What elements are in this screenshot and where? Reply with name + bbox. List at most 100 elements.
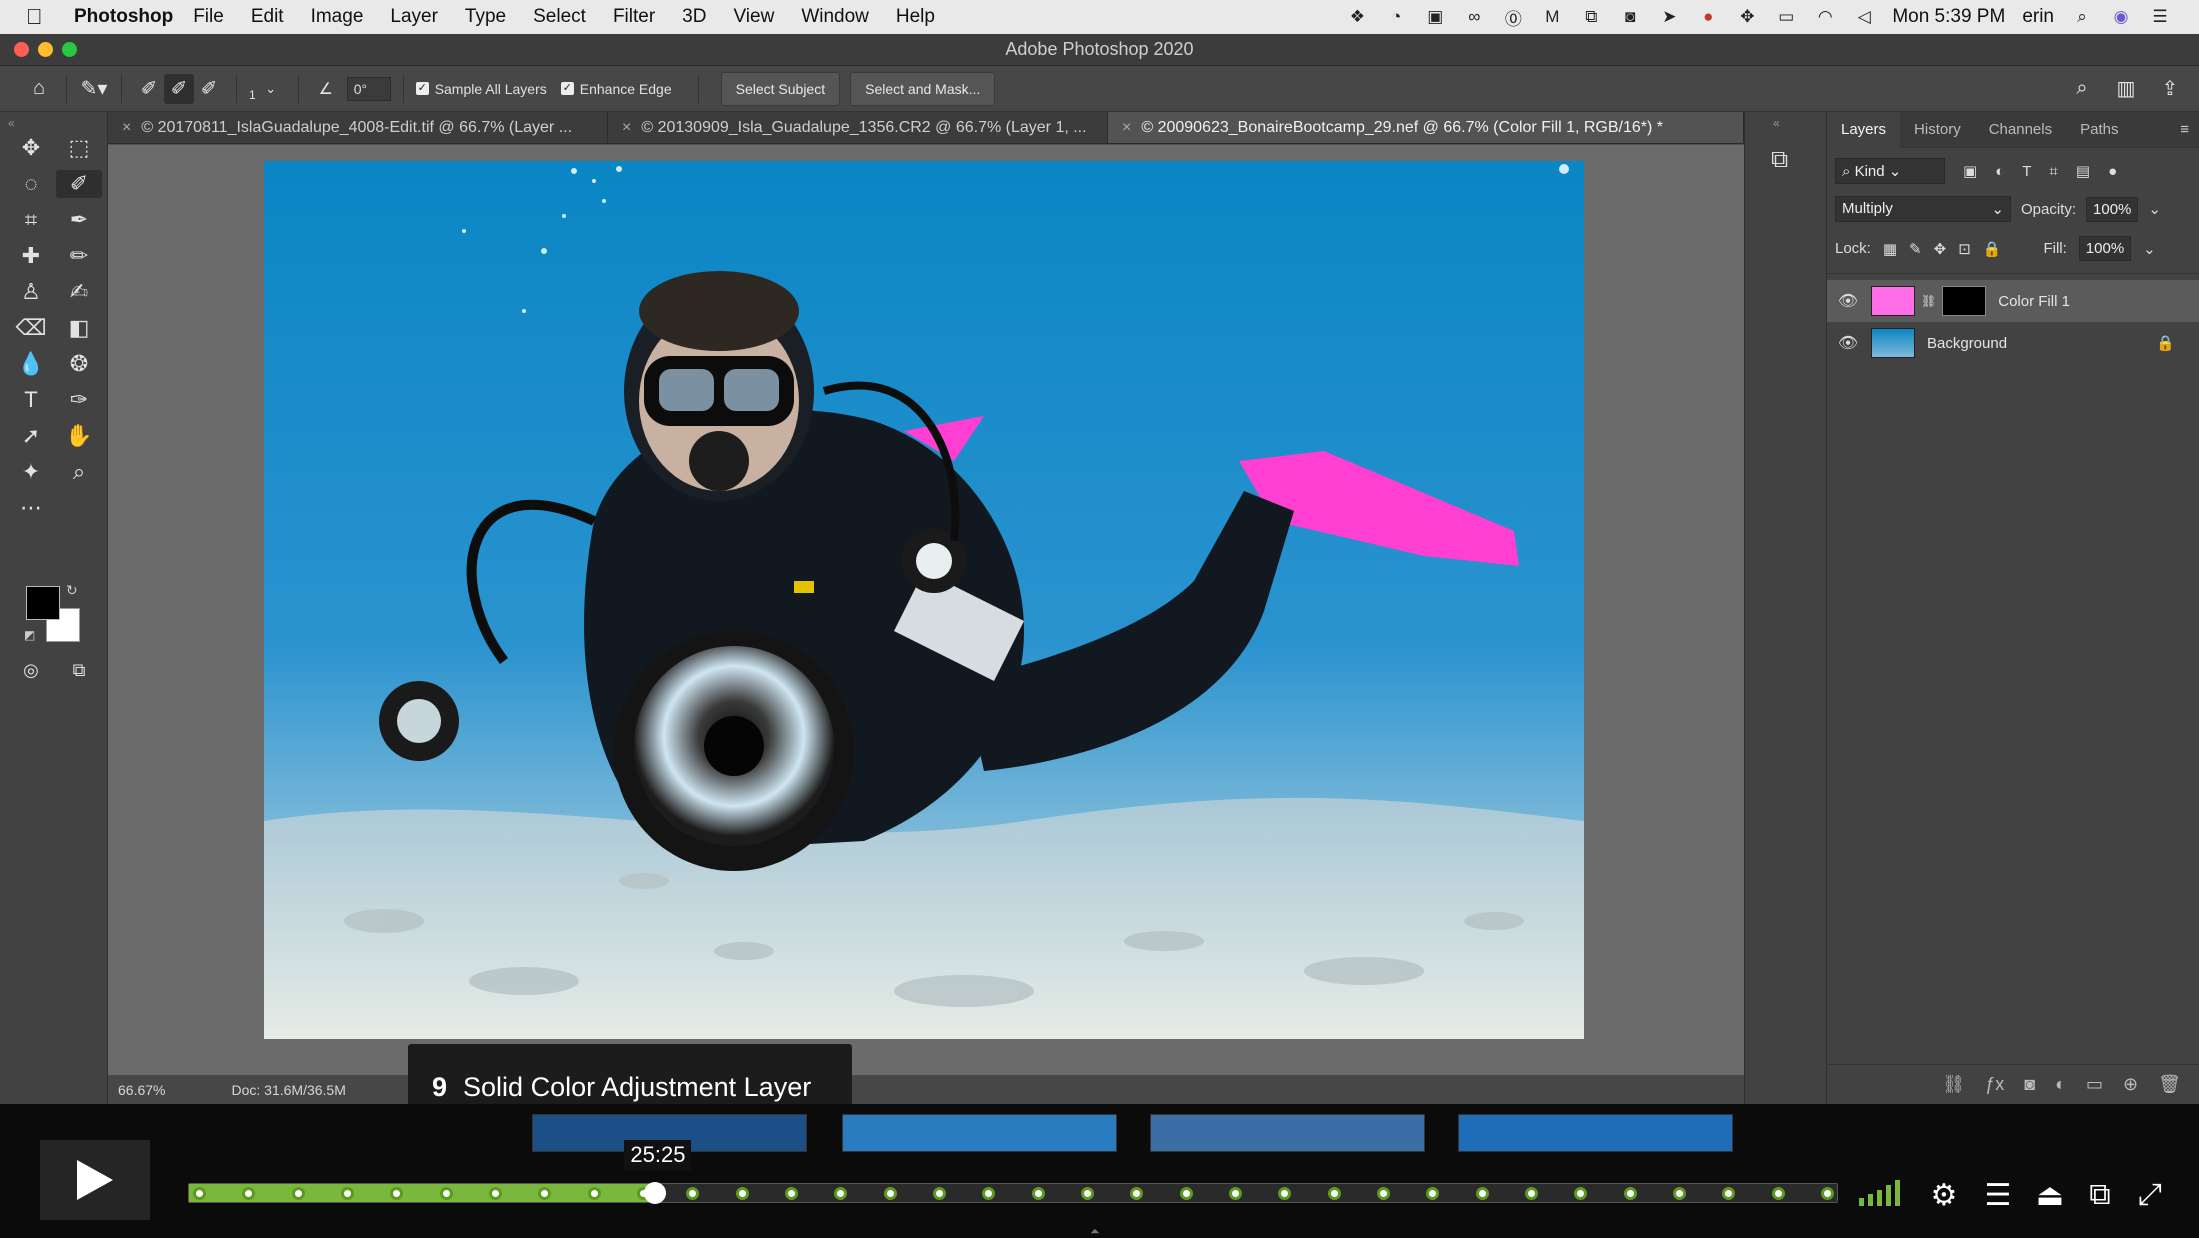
tab-history[interactable]: History bbox=[1900, 121, 1975, 138]
airplay-icon[interactable]: ▭ bbox=[1775, 6, 1797, 28]
layer-thumbnail[interactable] bbox=[1871, 286, 1915, 316]
chapter-marker[interactable] bbox=[735, 1187, 749, 1200]
move-tool-icon[interactable]: ✥ bbox=[8, 134, 54, 162]
filter-toggle-icon[interactable]: ● bbox=[2108, 163, 2117, 180]
menu-filter[interactable]: Filter bbox=[613, 6, 655, 28]
tab-isla-guadalupe-4008[interactable]: × © 20170811_IslaGuadalupe_4008-Edit.tif… bbox=[108, 112, 608, 143]
chapter-marker[interactable] bbox=[1673, 1187, 1686, 1200]
chapter-marker[interactable] bbox=[785, 1187, 798, 1200]
eraser-tool-icon[interactable]: ⌫ bbox=[8, 314, 54, 342]
menu-image[interactable]: Image bbox=[311, 6, 364, 28]
display-icon[interactable]: ▣ bbox=[1424, 6, 1446, 28]
airplay-icon[interactable]: ⏏ bbox=[2028, 1178, 2072, 1213]
new-layer-icon[interactable]: ⊕ bbox=[2123, 1074, 2138, 1095]
chapter-marker[interactable] bbox=[1475, 1187, 1489, 1200]
lock-position-icon[interactable]: ✥ bbox=[1934, 240, 1947, 258]
close-tab-icon[interactable]: × bbox=[622, 119, 631, 137]
siri-icon[interactable]: ◉ bbox=[2110, 6, 2132, 28]
healing-brush-tool-icon[interactable]: ✚ bbox=[8, 242, 54, 270]
collapse-panel-icon[interactable]: « bbox=[8, 116, 15, 130]
select-subject-button[interactable]: Select Subject bbox=[720, 71, 841, 106]
select-and-mask-button[interactable]: Select and Mask... bbox=[850, 71, 996, 106]
smart-object-filter-icon[interactable]: ▤ bbox=[2076, 162, 2090, 180]
zoom-tool-icon[interactable]: ⌕ bbox=[56, 458, 102, 486]
blend-mode-select[interactable]: Multiply ⌄ bbox=[1835, 196, 2011, 222]
chapter-marker[interactable] bbox=[291, 1187, 305, 1200]
q-icon[interactable]: ◙ bbox=[1619, 6, 1641, 28]
quick-selection-preset-icon[interactable]: ✎▾ bbox=[79, 74, 109, 104]
brush-tool-icon[interactable]: ✏ bbox=[56, 242, 102, 270]
custom-shape-tool-icon[interactable]: ✦ bbox=[8, 458, 54, 486]
chapter-marker[interactable] bbox=[1229, 1187, 1242, 1200]
more-tools-icon[interactable]: ⋯ bbox=[8, 494, 54, 522]
workspace-icon[interactable]: ▥ bbox=[2111, 74, 2141, 104]
zoom-level[interactable]: 66.67% bbox=[118, 1082, 165, 1098]
m-icon[interactable]: M bbox=[1541, 6, 1563, 28]
lock-image-icon[interactable]: ✎ bbox=[1909, 240, 1922, 258]
menu-type[interactable]: Type bbox=[465, 6, 506, 28]
eyedropper-tool-icon[interactable]: ✒ bbox=[56, 206, 102, 234]
clone-stamp-tool-icon[interactable]: ♙ bbox=[8, 278, 54, 306]
screen-mode-icon[interactable]: ⧉ bbox=[56, 656, 102, 684]
zoom-window-button[interactable] bbox=[62, 42, 77, 57]
chapter-marker[interactable] bbox=[1426, 1187, 1440, 1200]
lock-artboard-icon[interactable]: ⊡ bbox=[1958, 240, 1971, 258]
quick-mask-icon[interactable]: ◎ bbox=[8, 656, 54, 684]
chapter-marker[interactable] bbox=[1179, 1187, 1193, 1200]
pen-tool-icon[interactable]: ✑ bbox=[56, 386, 102, 414]
menu-edit[interactable]: Edit bbox=[251, 6, 284, 28]
tab-paths[interactable]: Paths bbox=[2066, 121, 2132, 138]
angle-field[interactable]: 0° bbox=[346, 76, 391, 101]
fill-field[interactable]: 100% bbox=[2078, 236, 2132, 261]
close-tab-icon[interactable]: × bbox=[122, 119, 131, 137]
progress-bar[interactable] bbox=[188, 1182, 1838, 1204]
panel-menu-icon[interactable]: ≡ bbox=[2180, 121, 2189, 138]
lock-all-icon[interactable]: 🔒 bbox=[1983, 240, 2002, 258]
chapter-marker[interactable] bbox=[1130, 1187, 1144, 1200]
visibility-eye-icon[interactable]: 👁 bbox=[1837, 291, 1859, 311]
layer-name[interactable]: Color Fill 1 bbox=[1998, 293, 2070, 310]
close-window-button[interactable] bbox=[14, 42, 29, 57]
picture-in-picture-icon[interactable]: ⧉ bbox=[2078, 1178, 2122, 1212]
brush-size-value[interactable]: 1 bbox=[249, 88, 256, 102]
onepassword-icon[interactable]: ⓪ bbox=[1502, 6, 1524, 29]
chapter-marker[interactable] bbox=[489, 1187, 502, 1200]
drawer-handle-icon[interactable]: ⏶ bbox=[1090, 1224, 1100, 1238]
subtract-from-selection-icon[interactable]: ✐ bbox=[194, 74, 224, 104]
add-to-selection-icon[interactable]: ✐ bbox=[164, 73, 194, 104]
notification-center-icon[interactable]: ☰ bbox=[2149, 6, 2171, 28]
quick-selection-tool-icon[interactable]: ✐ bbox=[56, 170, 102, 198]
play-button[interactable] bbox=[40, 1140, 150, 1220]
chapter-marker[interactable] bbox=[1327, 1187, 1341, 1200]
dodge-tool-icon[interactable]: ❂ bbox=[56, 350, 102, 378]
type-filter-icon[interactable]: T bbox=[2022, 163, 2031, 180]
chapter-marker[interactable] bbox=[982, 1187, 996, 1200]
chapter-marker[interactable] bbox=[933, 1187, 946, 1200]
opacity-chevron-icon[interactable]: ⌄ bbox=[2148, 200, 2161, 218]
chapter-marker[interactable] bbox=[1377, 1187, 1390, 1200]
chapter-marker[interactable] bbox=[1278, 1187, 1292, 1200]
visibility-eye-icon[interactable]: 👁 bbox=[1837, 333, 1859, 353]
menu-layer[interactable]: Layer bbox=[390, 6, 438, 28]
layer-style-fx-icon[interactable]: ƒx bbox=[1985, 1074, 2004, 1095]
delete-layer-icon[interactable]: 🗑 bbox=[2158, 1074, 2181, 1095]
default-colors-icon[interactable]: ◩ bbox=[24, 628, 35, 642]
expand-panels-icon[interactable]: « bbox=[1773, 116, 1780, 130]
menu-select[interactable]: Select bbox=[533, 6, 586, 28]
shape-filter-icon[interactable]: ⌗ bbox=[2049, 163, 2057, 180]
playhead-handle[interactable] bbox=[644, 1182, 667, 1204]
chapter-marker[interactable] bbox=[1031, 1187, 1045, 1200]
opacity-field[interactable]: 100% bbox=[2086, 196, 2139, 222]
search-icon[interactable]: ⌕ bbox=[2071, 6, 2093, 28]
move-icon[interactable]: ✥ bbox=[1736, 6, 1758, 28]
underwater-diver-photo[interactable] bbox=[264, 161, 1584, 1039]
chapters-list-icon[interactable]: ☰ bbox=[1976, 1178, 2020, 1213]
lasso-tool-icon[interactable]: ◌ bbox=[8, 170, 54, 198]
tab-channels[interactable]: Channels bbox=[1975, 121, 2066, 138]
menu-help[interactable]: Help bbox=[896, 6, 935, 28]
chapter-marker[interactable] bbox=[587, 1187, 601, 1200]
apple-menu-icon[interactable]:  bbox=[26, 4, 62, 30]
settings-gear-icon[interactable]: ⚙ bbox=[1922, 1178, 1966, 1213]
app-menu[interactable]: Photoshop bbox=[74, 6, 173, 28]
path-selection-tool-icon[interactable]: ➚ bbox=[8, 422, 54, 450]
